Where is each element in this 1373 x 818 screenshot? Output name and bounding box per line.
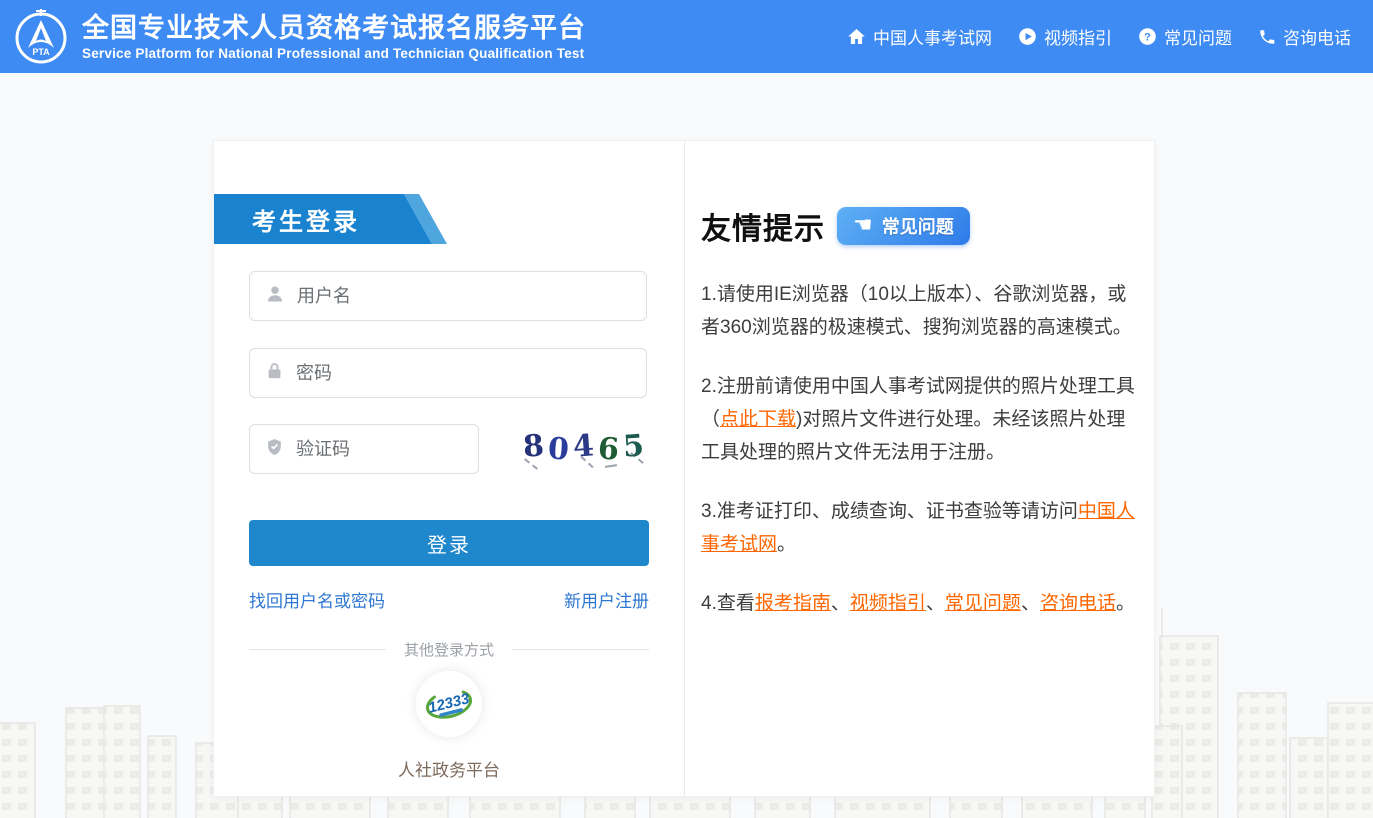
shield-check-icon xyxy=(265,437,284,462)
app-header: PTA 全国专业技术人员资格考试报名服务平台 Service Platform … xyxy=(0,0,1373,73)
login-panel-ribbon: 考生登录 xyxy=(214,194,462,244)
tip-paragraph: 4.查看报考指南、视频指引、常见问题、咨询电话。 xyxy=(701,587,1137,620)
tips-list: 1.请使用IE浏览器（10以上版本）、谷歌浏览器，或者360浏览器的极速模式、搜… xyxy=(701,278,1137,620)
page-title: 全国专业技术人员资格考试报名服务平台 xyxy=(82,13,586,43)
username-field-wrap xyxy=(249,271,647,321)
captcha-digit: 5 xyxy=(622,428,645,464)
nav-label: 视频指引 xyxy=(1044,24,1112,49)
username-input[interactable] xyxy=(297,272,646,320)
page-subtitle: Service Platform for National Profession… xyxy=(82,46,586,61)
tip-paragraph: 3.准考证打印、成绩查询、证书查验等请访问中国人事考试网。 xyxy=(701,495,1137,561)
nav-item-video-guide[interactable]: 视频指引 xyxy=(1018,24,1112,49)
other-login-label: 其他登录方式 xyxy=(386,639,512,660)
tip-link[interactable]: 视频指引 xyxy=(850,593,926,614)
captcha-input[interactable] xyxy=(296,425,528,473)
divider-line-left xyxy=(249,649,386,650)
tip-link[interactable]: 报考指南 xyxy=(755,593,831,614)
nav-label: 中国人事考试网 xyxy=(873,24,992,49)
nav-item-faq[interactable]: ? 常见问题 xyxy=(1138,24,1232,49)
captcha-digit: 6 xyxy=(597,431,620,467)
tip-paragraph: 2.注册前请使用中国人事考试网提供的照片处理工具（点此下载)对照片文件进行处理。… xyxy=(701,370,1137,469)
svg-text:?: ? xyxy=(1144,31,1151,43)
tips-header: 友情提示 ☚ 常见问题 xyxy=(701,204,1137,248)
nav-item-phone[interactable]: 咨询电话 xyxy=(1258,24,1351,49)
login-links-row: 找回用户名或密码 新用户注册 xyxy=(249,587,649,612)
tip-link[interactable]: 咨询电话 xyxy=(1040,593,1116,614)
home-icon xyxy=(847,27,866,46)
login-panel-title: 考生登录 xyxy=(252,194,360,244)
password-field-wrap xyxy=(249,348,647,398)
sso-12333-logo[interactable]: 12333 xyxy=(416,671,482,737)
tip-link[interactable]: 常见问题 xyxy=(945,593,1021,614)
password-input[interactable] xyxy=(296,349,646,397)
nav-label: 咨询电话 xyxy=(1283,24,1351,49)
forgot-credentials-link[interactable]: 找回用户名或密码 xyxy=(249,587,385,612)
pointing-hand-icon: ☚ xyxy=(853,214,873,236)
user-icon xyxy=(265,284,285,309)
tips-panel: 友情提示 ☚ 常见问题 1.请使用IE浏览器（10以上版本）、谷歌浏览器，或者3… xyxy=(685,141,1155,796)
cpta-logo: PTA xyxy=(14,8,68,66)
captcha-image[interactable]: 80465 xyxy=(517,427,649,472)
faq-badge-button[interactable]: ☚ 常见问题 xyxy=(837,207,970,245)
nav-item-cpta-site[interactable]: 中国人事考试网 xyxy=(847,24,992,49)
divider-line-right xyxy=(512,649,649,650)
login-panel: 考生登录 80465 登录 xyxy=(214,141,684,796)
header-titles: 全国专业技术人员资格考试报名服务平台 Service Platform for … xyxy=(82,13,586,61)
new-user-register-link[interactable]: 新用户注册 xyxy=(564,587,649,612)
play-circle-icon xyxy=(1018,27,1037,46)
phone-icon xyxy=(1258,28,1276,46)
captcha-digit: 0 xyxy=(547,431,570,467)
login-button[interactable]: 登录 xyxy=(249,520,649,566)
tips-title: 友情提示 xyxy=(701,204,825,248)
other-login-divider: 其他登录方式 xyxy=(249,639,649,660)
header-nav: 中国人事考试网 视频指引 ? 常见问题 咨询电话 xyxy=(847,0,1351,73)
tip-link[interactable]: 中国人事考试网 xyxy=(701,501,1135,555)
sso-area: 12333 人社政务平台 xyxy=(249,671,649,781)
captcha-field-wrap xyxy=(249,424,479,474)
tip-link[interactable]: 点此下载 xyxy=(720,409,796,430)
nav-label: 常见问题 xyxy=(1164,24,1232,49)
question-circle-icon: ? xyxy=(1138,27,1157,46)
tip-paragraph: 1.请使用IE浏览器（10以上版本）、谷歌浏览器，或者360浏览器的极速模式、搜… xyxy=(701,278,1137,344)
captcha-digit: 4 xyxy=(572,428,595,464)
logo-text: PTA xyxy=(32,47,50,57)
main-card: 考生登录 80465 登录 xyxy=(213,140,1155,797)
sso-platform-label: 人社政务平台 xyxy=(249,756,649,781)
captcha-digit: 8 xyxy=(522,428,545,464)
faq-badge-label: 常见问题 xyxy=(882,213,954,239)
lock-icon xyxy=(265,361,284,386)
